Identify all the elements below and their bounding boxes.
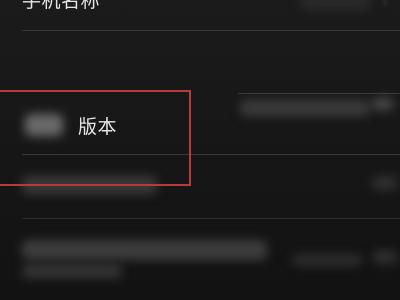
blurred-value	[240, 100, 370, 116]
divider	[22, 218, 400, 219]
blurred-row-value	[292, 254, 362, 266]
blurred-row-value	[372, 176, 398, 190]
blurred-row-label	[22, 176, 157, 194]
divider	[238, 93, 400, 94]
blurred-value	[372, 98, 394, 110]
settings-row-label: 版本	[78, 116, 118, 138]
chevron-right-icon: ›	[382, 0, 388, 10]
blurred-row-value	[372, 250, 398, 264]
divider	[22, 154, 400, 155]
settings-screen: 手机名称 › 版本	[0, 0, 400, 300]
settings-row-label: 手机名称	[22, 0, 101, 12]
blurred-row-label	[22, 240, 267, 260]
divider	[22, 30, 400, 31]
blurred-row-label	[22, 264, 122, 278]
blurred-value	[300, 0, 370, 10]
blurred-prefix	[25, 114, 63, 136]
